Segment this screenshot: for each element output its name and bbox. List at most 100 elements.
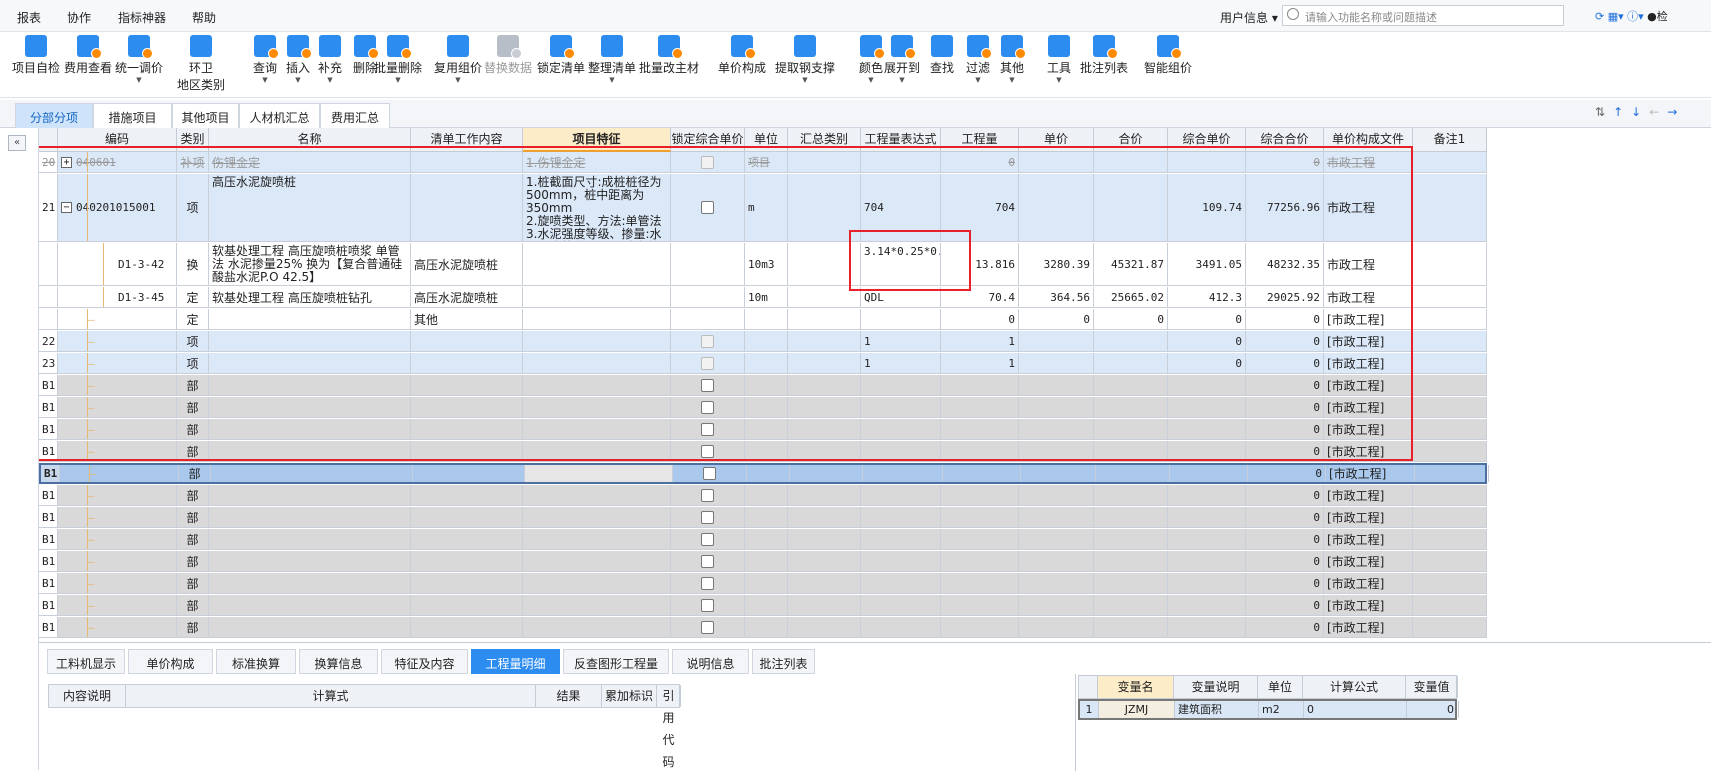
row-number[interactable]: 22 xyxy=(39,331,58,351)
tab-1[interactable]: 措施项目 xyxy=(93,103,172,128)
cell-col-4[interactable] xyxy=(411,551,523,571)
cell-col-7[interactable] xyxy=(745,353,788,373)
cell-col-1[interactable]: — xyxy=(58,595,177,615)
row-number[interactable]: 21 xyxy=(39,174,58,241)
cell-col-7[interactable] xyxy=(745,485,788,505)
cell-col-14[interactable]: 0 xyxy=(1246,331,1324,351)
cell-col-9[interactable]: 1 xyxy=(861,331,941,351)
toolbar-button-15[interactable]: 提取钢支撑 ▼ xyxy=(773,32,837,84)
row-number[interactable]: B1 xyxy=(39,485,58,505)
cell-col-10[interactable] xyxy=(941,551,1019,571)
cell-col-13[interactable] xyxy=(1168,617,1246,637)
cell-col-3[interactable]: 高压水泥旋喷桩 xyxy=(209,174,411,241)
cell-col-6[interactable] xyxy=(671,485,745,505)
cell-col-8[interactable] xyxy=(788,375,861,395)
bottom-tab-1[interactable]: 单价构成 xyxy=(128,649,213,674)
cell-col-8[interactable] xyxy=(788,397,861,417)
cell-col-5[interactable] xyxy=(523,243,671,285)
toolbar-button-11[interactable]: 锁定清单 xyxy=(535,32,587,76)
cell-col-13[interactable] xyxy=(1168,441,1246,461)
cell-col-7[interactable] xyxy=(745,309,788,329)
grid-row[interactable]: B1 — 部 0 [市政工程] xyxy=(39,595,1487,616)
cell-col-1[interactable]: — xyxy=(58,441,177,461)
column-header-14[interactable]: 综合合价 xyxy=(1246,128,1324,152)
cell-col-9[interactable] xyxy=(861,441,941,461)
cell-col-12[interactable]: 0 xyxy=(1094,309,1168,329)
column-header-2[interactable]: 类别 xyxy=(177,128,209,152)
row-number[interactable]: 23 xyxy=(39,353,58,373)
cell-col-9[interactable]: 704 xyxy=(861,174,941,241)
collapse-panel-button[interactable]: « xyxy=(8,135,26,151)
row-number[interactable]: B1 xyxy=(39,529,58,549)
cell-col-6[interactable] xyxy=(671,529,745,549)
detail-col-1[interactable]: 计算式 xyxy=(126,685,536,707)
cell-col-6[interactable] xyxy=(671,441,745,461)
cell-col-14[interactable]: 48232.35 xyxy=(1246,243,1324,285)
cell-col-10[interactable] xyxy=(941,419,1019,439)
cell-col-15[interactable]: [市政工程] xyxy=(1324,551,1413,571)
cell-col-3[interactable] xyxy=(209,353,411,373)
cell-col-15[interactable]: [市政工程] xyxy=(1324,507,1413,527)
cell-col-7[interactable] xyxy=(745,529,788,549)
detail-col-0[interactable]: 内容说明 xyxy=(49,685,126,707)
cell-col-15[interactable]: [市政工程] xyxy=(1324,353,1413,373)
cell-col-9[interactable] xyxy=(861,551,941,571)
cell-col-13[interactable] xyxy=(1168,595,1246,615)
cell-col-5[interactable] xyxy=(525,465,673,482)
cell-col-2[interactable]: 部 xyxy=(177,397,209,417)
lock-price-checkbox[interactable] xyxy=(701,576,714,590)
column-header-8[interactable]: 汇总类别 xyxy=(788,128,861,152)
cell-col-4[interactable] xyxy=(411,617,523,637)
cell-col-8[interactable] xyxy=(788,309,861,329)
cell-col-5[interactable] xyxy=(523,485,671,505)
grid-row[interactable]: B1 — 部 0 [市政工程] xyxy=(39,463,1489,484)
cell-col-16[interactable] xyxy=(1413,174,1487,241)
lock-price-checkbox[interactable] xyxy=(701,532,714,546)
grid-row[interactable]: 20 +040601 补项 伤锂金定 1.伤锂金定 项目 0 0 市政工程 xyxy=(39,152,1487,173)
cell-col-4[interactable] xyxy=(411,397,523,417)
bottom-tab-2[interactable]: 标准换算 xyxy=(216,649,296,674)
cell-col-9[interactable] xyxy=(861,309,941,329)
cell-col-9[interactable]: 3.14*0.25*0.25*qdl xyxy=(861,243,941,285)
column-header-3[interactable]: 名称 xyxy=(209,128,411,152)
cell-col-4[interactable] xyxy=(413,465,525,482)
grid-row[interactable]: B1 — 部 0 [市政工程] xyxy=(39,419,1487,440)
cell-col-3[interactable]: 伤锂金定 xyxy=(209,152,411,172)
column-header-4[interactable]: 清单工作内容 xyxy=(411,128,523,152)
cell-col-6[interactable] xyxy=(671,573,745,593)
row-number[interactable]: B1 xyxy=(39,507,58,527)
cell-col-5[interactable] xyxy=(523,331,671,351)
expand-plus-icon[interactable]: + xyxy=(61,156,72,168)
cell-col-14[interactable]: 0 xyxy=(1246,529,1324,549)
cell-col-6[interactable] xyxy=(671,419,745,439)
cell-col-12[interactable] xyxy=(1094,485,1168,505)
cell-col-10[interactable]: 1 xyxy=(941,331,1019,351)
cell-col-7[interactable]: 10m xyxy=(745,287,788,307)
variable-cell-2[interactable]: 建筑面积 xyxy=(1175,701,1259,718)
cell-col-16[interactable] xyxy=(1413,551,1487,571)
cell-col-5[interactable] xyxy=(523,529,671,549)
cell-col-7[interactable] xyxy=(745,573,788,593)
cell-col-5[interactable] xyxy=(523,397,671,417)
cell-col-5[interactable] xyxy=(523,375,671,395)
cell-col-8[interactable] xyxy=(788,331,861,351)
toolbar-button-20[interactable]: 其他 ▼ xyxy=(986,32,1038,84)
cell-col-5[interactable] xyxy=(523,309,671,329)
cell-col-14[interactable]: 0 xyxy=(1246,595,1324,615)
cell-col-10[interactable] xyxy=(941,507,1019,527)
cell-col-10[interactable] xyxy=(941,595,1019,615)
cell-col-8[interactable] xyxy=(788,529,861,549)
cell-col-14[interactable]: 0 xyxy=(1248,465,1326,482)
cell-col-3[interactable] xyxy=(209,573,411,593)
cell-col-16[interactable] xyxy=(1413,152,1487,172)
detail-col-2[interactable]: 结果 xyxy=(536,685,602,707)
cell-col-10[interactable]: 0 xyxy=(941,152,1019,172)
cell-col-4[interactable] xyxy=(411,595,523,615)
grid-row[interactable]: B1 — 部 0 [市政工程] xyxy=(39,573,1487,594)
cell-col-6[interactable] xyxy=(671,174,745,241)
row-number[interactable]: B1 xyxy=(39,573,58,593)
column-header-13[interactable]: 综合单价 xyxy=(1168,128,1246,152)
cell-col-10[interactable] xyxy=(941,397,1019,417)
column-header-16[interactable]: 备注1 xyxy=(1413,128,1487,152)
cell-col-8[interactable] xyxy=(788,243,861,285)
